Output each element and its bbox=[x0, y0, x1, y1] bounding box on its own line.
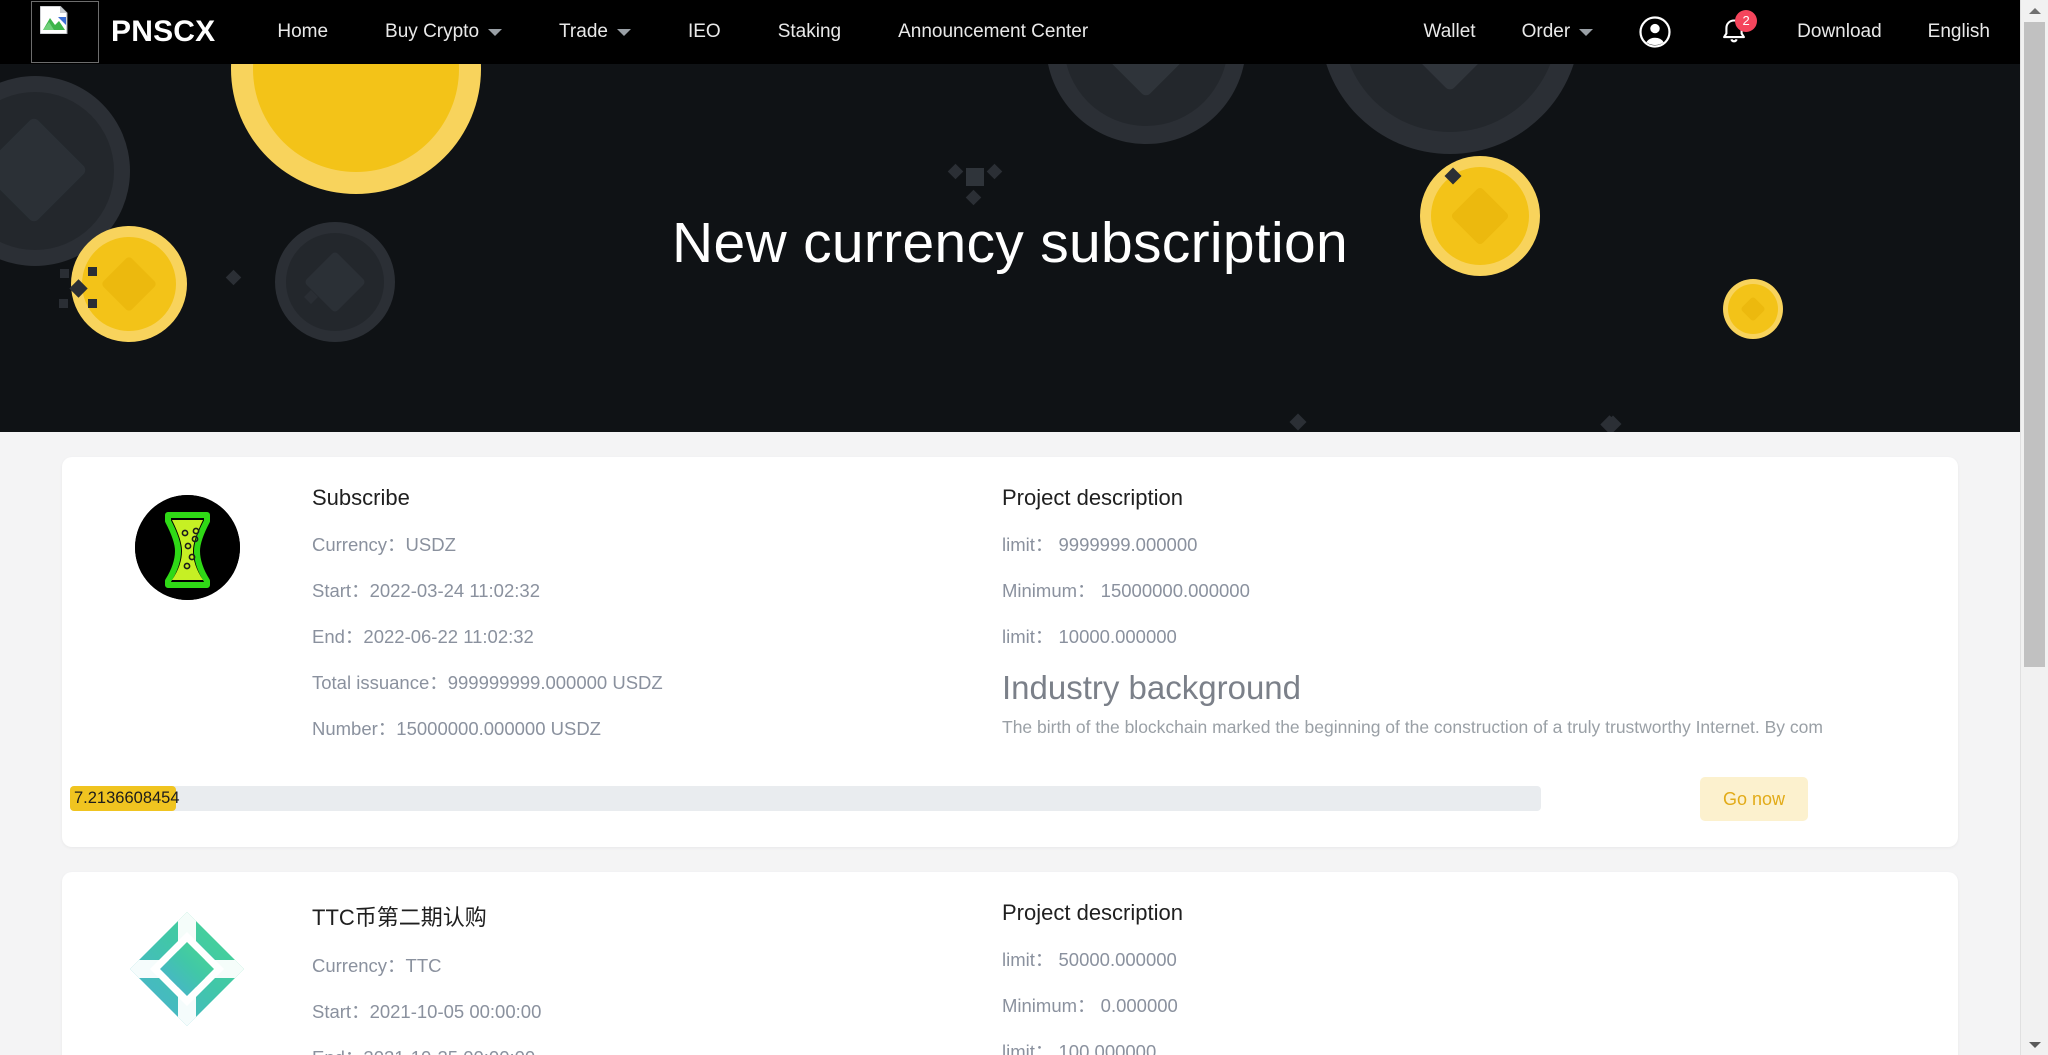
desc-detail-limit: limit： 9999999.000000 bbox=[1002, 534, 1198, 555]
beer-glass-token-icon bbox=[134, 495, 240, 600]
decor-gold-coin-small bbox=[1723, 279, 1783, 339]
card-detail-currency: Currency：USDZ bbox=[312, 534, 456, 555]
beer-glass-glyph bbox=[134, 495, 240, 600]
card-title: Subscribe bbox=[312, 485, 410, 510]
project-description-title: Project description bbox=[1002, 485, 1183, 510]
bell-wrapper[interactable]: 2 bbox=[1717, 10, 1758, 49]
nav-label: Home bbox=[277, 21, 329, 42]
nav-item-ieo[interactable]: IEO bbox=[688, 21, 721, 43]
subscription-progress[interactable]: 7.2136608454 bbox=[70, 785, 1670, 813]
desc-detail-minimum: Minimum： 15000000.000000 bbox=[1002, 580, 1250, 601]
language-label: English bbox=[1927, 21, 1990, 42]
chevron-down-icon bbox=[488, 28, 503, 36]
desc-detail-minimum: Minimum： 0.000000 bbox=[1002, 995, 1178, 1016]
decor-sparkle bbox=[947, 163, 964, 180]
project-description-title: Project description bbox=[1002, 900, 1183, 925]
card-description-column: Project description limit： 50000.000000 … bbox=[1002, 900, 1958, 1055]
main-content: Subscribe Currency：USDZ Start：2022-03-24… bbox=[0, 457, 2020, 1055]
card-description-column: Project description limit： 9999999.00000… bbox=[1002, 485, 1958, 761]
desc-detail-limit-2: limit： 10000.000000 bbox=[1002, 626, 1177, 647]
decor-gold-coin-large bbox=[231, 64, 481, 194]
card-detail-number: Number：15000000.000000 USDZ bbox=[312, 718, 601, 739]
broken-image-icon bbox=[31, 0, 99, 63]
wallet-label: Wallet bbox=[1423, 21, 1476, 42]
card-detail-total-issuance: Total issuance：999999999.000000 USDZ bbox=[312, 672, 663, 693]
nav-item-announcement-center[interactable]: Announcement Center bbox=[898, 21, 1088, 43]
hero-title: New currency subscription bbox=[672, 211, 1348, 275]
scroll-up-arrow-icon[interactable] bbox=[2021, 0, 2048, 21]
notification-badge: 2 bbox=[1735, 10, 1758, 32]
main-navigation: Home Buy Crypto Trade IEO Staking Announ… bbox=[277, 21, 1088, 43]
card-detail-start: Start：2021-10-05 00:00:00 bbox=[312, 1001, 542, 1022]
nav-label: Trade bbox=[559, 21, 608, 42]
decor-coin-inner bbox=[253, 64, 459, 172]
nav-item-staking[interactable]: Staking bbox=[778, 21, 841, 43]
chevron-down-icon bbox=[616, 28, 631, 36]
progress-fill: 7.2136608454 bbox=[70, 785, 180, 811]
page-scrollbar[interactable] bbox=[2020, 0, 2048, 1055]
order-menu[interactable]: Order bbox=[1522, 21, 1594, 43]
desc-detail-limit-2: limit： 100.000000 bbox=[1002, 1041, 1157, 1055]
subscription-card[interactable]: TTC币第二期认购 Currency：TTC Start：2021-10-05 … bbox=[62, 872, 1958, 1055]
page-viewport: PNSCX Home Buy Crypto Trade IEO Staking … bbox=[0, 0, 2020, 1055]
brand-area[interactable]: PNSCX bbox=[0, 0, 215, 63]
card-logo-column bbox=[62, 900, 312, 1055]
industry-background-title: Industry background bbox=[1002, 669, 1302, 706]
scroll-up-glyph bbox=[2028, 7, 2041, 14]
card-logo-column bbox=[62, 485, 312, 761]
notifications-button[interactable]: 2 bbox=[1717, 10, 1758, 49]
progress-track bbox=[70, 785, 1541, 811]
nav-label: IEO bbox=[687, 21, 721, 42]
subscription-card[interactable]: Subscribe Currency：USDZ Start：2022-03-24… bbox=[62, 457, 1958, 847]
card-body: Subscribe Currency：USDZ Start：2022-03-24… bbox=[62, 457, 1958, 761]
nav-item-buy-crypto[interactable]: Buy Crypto bbox=[385, 21, 503, 43]
industry-background-text: The birth of the blockchain marked the b… bbox=[1002, 717, 1823, 737]
decor-sparkle bbox=[88, 299, 97, 308]
decor-sparkle bbox=[1289, 413, 1307, 431]
hero-banner: New currency subscription bbox=[0, 64, 2020, 432]
scrollbar-thumb[interactable] bbox=[2024, 22, 2045, 667]
card-info-column: TTC币第二期认购 Currency：TTC Start：2021-10-05 … bbox=[312, 900, 1002, 1055]
nav-label: Staking bbox=[777, 21, 842, 42]
download-label: Download bbox=[1797, 21, 1882, 42]
decor-sparkle bbox=[966, 168, 984, 186]
nav-label: Buy Crypto bbox=[385, 21, 480, 42]
chevron-down-icon bbox=[1579, 28, 1594, 36]
diamond-glyph bbox=[130, 912, 244, 1026]
user-account-icon bbox=[1639, 16, 1671, 48]
scroll-down-glyph bbox=[2028, 1041, 2041, 1048]
card-detail-end: End：2021-10-25 00:00:00 bbox=[312, 1044, 1002, 1055]
decor-sparkle bbox=[965, 189, 982, 206]
card-footer: 7.2136608454 Go now bbox=[62, 761, 1958, 847]
order-label: Order bbox=[1521, 21, 1571, 42]
header-right-actions: Wallet Order 2 Download English bbox=[1378, 10, 1990, 49]
scroll-down-arrow-icon[interactable] bbox=[2021, 1034, 2048, 1055]
card-detail-end: End：2022-06-22 11:02:32 bbox=[312, 626, 534, 647]
nav-item-home[interactable]: Home bbox=[277, 21, 328, 43]
account-button[interactable] bbox=[1639, 16, 1671, 48]
card-detail-start: Start：2022-03-24 11:02:32 bbox=[312, 580, 540, 601]
go-now-button[interactable]: Go now bbox=[1700, 777, 1808, 821]
decor-dark-coin-large bbox=[1320, 64, 1580, 154]
diamond-token-icon bbox=[128, 910, 246, 1028]
card-detail-currency: Currency：TTC bbox=[312, 955, 442, 976]
site-header: PNSCX Home Buy Crypto Trade IEO Staking … bbox=[0, 0, 2020, 64]
broken-image-glyph bbox=[40, 5, 68, 34]
decor-dark-coin bbox=[1046, 64, 1246, 144]
download-link[interactable]: Download bbox=[1797, 21, 1882, 43]
decor-sparkle bbox=[986, 163, 1003, 180]
card-title: TTC币第二期认购 bbox=[312, 905, 487, 930]
wallet-link[interactable]: Wallet bbox=[1424, 21, 1476, 43]
decor-sparkle bbox=[59, 299, 68, 308]
desc-detail-limit: limit： 50000.000000 bbox=[1002, 949, 1177, 970]
nav-label: Announcement Center bbox=[898, 21, 1089, 42]
progress-value-label: 7.2136608454 bbox=[74, 788, 180, 807]
language-selector[interactable]: English bbox=[1928, 21, 1990, 43]
card-info-column: Subscribe Currency：USDZ Start：2022-03-24… bbox=[312, 485, 1002, 761]
card-body: TTC币第二期认购 Currency：TTC Start：2021-10-05 … bbox=[62, 872, 1958, 1055]
nav-item-trade[interactable]: Trade bbox=[559, 21, 631, 43]
brand-name[interactable]: PNSCX bbox=[111, 15, 215, 49]
